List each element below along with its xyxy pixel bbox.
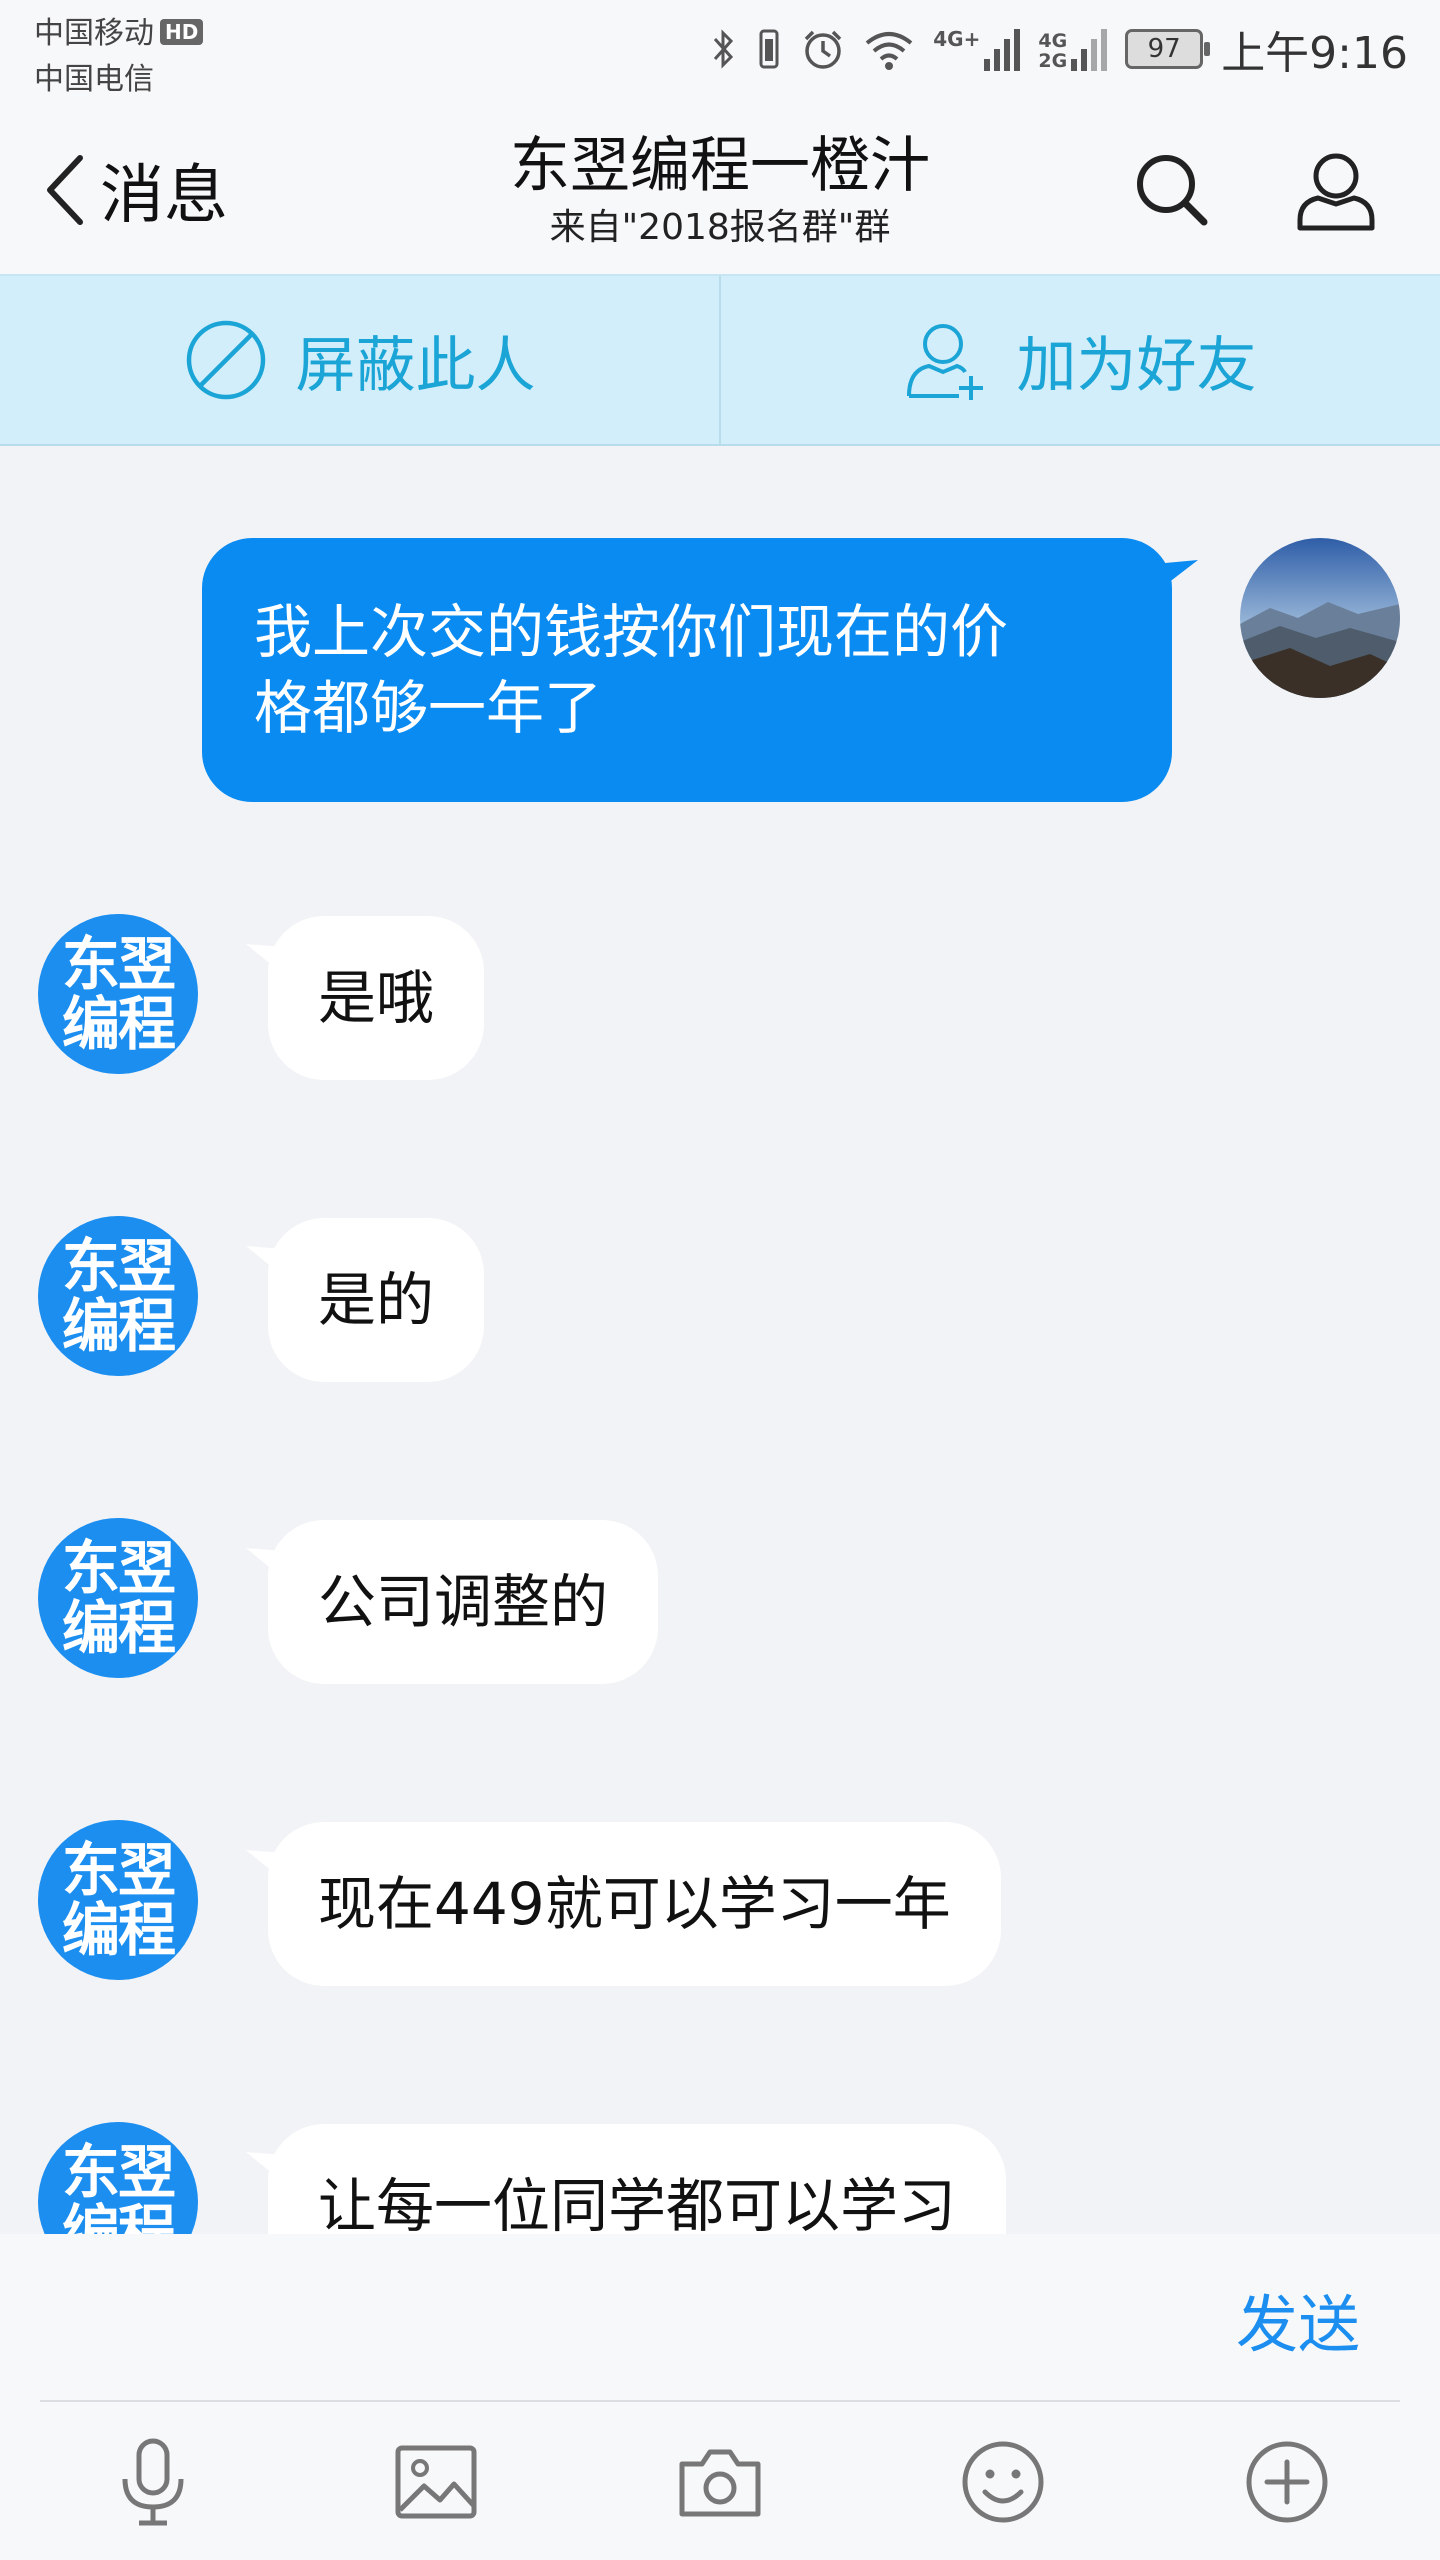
- network-2b-label: 2G: [1038, 50, 1068, 72]
- clock: 上午9:16: [1221, 28, 1408, 79]
- carrier-2: 中国电信: [34, 62, 154, 97]
- voice-button[interactable]: [103, 2432, 203, 2532]
- add-friend-label: 加为好友: [1016, 330, 1257, 401]
- camera-button[interactable]: [670, 2432, 770, 2532]
- avatar-text-line1: 东翌: [61, 1836, 176, 1904]
- chat-screen: 中国移动 HD 中国电信 4G+ 4G 2G 97 上午9:16 消息 东翌编程…: [0, 0, 1440, 2560]
- contact-avatar[interactable]: 东翌 编程: [38, 914, 198, 1074]
- avatar-text-line1: 东翌: [61, 2138, 176, 2206]
- my-avatar[interactable]: [1240, 538, 1400, 698]
- message-input-bar: 发送: [0, 2234, 1440, 2402]
- bluetooth-icon: [714, 29, 734, 69]
- block-user-button[interactable]: 屏蔽此人: [0, 276, 719, 444]
- add-friend-button[interactable]: 加为好友: [719, 276, 1440, 444]
- page-subtitle: 来自"2018报名群"群: [549, 207, 891, 248]
- block-user-label: 屏蔽此人: [295, 330, 536, 401]
- camera-icon: [679, 2449, 761, 2517]
- signal-1: 4G+: [933, 27, 1021, 71]
- status-icons: 4G+ 4G 2G 97 上午9:16: [711, 14, 1408, 84]
- chevron-left-icon: [47, 155, 83, 225]
- battery-level: 97: [1147, 34, 1181, 64]
- avatar-text-line1: 东翌: [61, 930, 176, 998]
- mountain-avatar-image: [1240, 538, 1400, 698]
- hd-badge: HD: [160, 19, 204, 45]
- avatar-text-line2: 编程: [61, 990, 176, 1058]
- vibrate-icon: [759, 29, 779, 69]
- avatar-text-line2: 编程: [61, 2198, 176, 2234]
- search-icon: [1137, 155, 1208, 226]
- plus-icon: [1246, 2441, 1328, 2523]
- emoji-icon: [962, 2441, 1044, 2523]
- send-button[interactable]: 发送: [1236, 2274, 1360, 2364]
- network-1-label: 4G+: [933, 27, 981, 51]
- signal-2: 4G 2G: [1038, 27, 1108, 71]
- contact-avatar[interactable]: 东翌 编程: [38, 1518, 198, 1678]
- avatar-text-line2: 编程: [61, 1896, 176, 1964]
- message-bubble-incoming[interactable]: 是的: [268, 1218, 485, 1382]
- carrier-1: 中国移动 HD: [34, 8, 204, 52]
- add-person-icon: [906, 324, 983, 400]
- search-button[interactable]: [1122, 140, 1222, 240]
- contact-avatar[interactable]: 东翌 编程: [38, 2122, 198, 2234]
- contact-avatar[interactable]: 东翌 编程: [38, 1216, 198, 1376]
- battery-indicator: 97: [1125, 29, 1211, 69]
- message-bubble-incoming[interactable]: 公司调整的: [268, 1520, 659, 1684]
- alarm-icon: [805, 30, 842, 69]
- person-icon: [1297, 153, 1375, 231]
- message-input[interactable]: [40, 2254, 1180, 2382]
- message-bubble-incoming[interactable]: 让每一位同学都可以学习: [268, 2124, 1007, 2234]
- network-2-labels: 4G 2G: [1038, 31, 1067, 71]
- avatar-text-line1: 东翌: [61, 1534, 176, 1602]
- avatar-text-line2: 编程: [61, 1292, 176, 1360]
- back-label: 消息: [100, 159, 228, 233]
- message-list[interactable]: 我上次交的钱按你们现在的价 格都够一年了 东翌 编程 是哦 东翌 编程 是的 东…: [0, 446, 1440, 2234]
- photo-button[interactable]: [386, 2432, 486, 2532]
- avatar-text-line2: 编程: [61, 1594, 176, 1662]
- microphone-icon: [122, 2438, 184, 2526]
- back-button[interactable]: 消息: [40, 140, 228, 240]
- network-2a-label: 4G: [1038, 30, 1068, 52]
- profile-button[interactable]: [1286, 140, 1386, 240]
- status-bar: 中国移动 HD 中国电信 4G+ 4G 2G 97 上午9:16: [0, 0, 1440, 110]
- contact-avatar[interactable]: 东翌 编程: [38, 1820, 198, 1980]
- page-title: 东翌编程一橙汁: [510, 131, 930, 201]
- message-bubble-outgoing[interactable]: 我上次交的钱按你们现在的价 格都够一年了: [202, 538, 1172, 802]
- action-bar: 屏蔽此人 加为好友: [0, 274, 1440, 446]
- carrier-1-label: 中国移动: [34, 16, 154, 51]
- image-icon: [395, 2445, 477, 2519]
- avatar-text-line1: 东翌: [61, 1232, 176, 1300]
- signal-bars-icon: [984, 29, 1021, 71]
- wifi-icon: [865, 32, 913, 70]
- message-bubble-incoming[interactable]: 是哦: [268, 916, 485, 1080]
- emoji-button[interactable]: [953, 2432, 1053, 2532]
- title-block: 东翌编程一橙汁 来自"2018报名群"群: [320, 126, 1120, 250]
- signal-bars-dotted-icon: [1071, 29, 1108, 71]
- message-bubble-incoming[interactable]: 现在449就可以学习一年: [268, 1822, 1001, 1986]
- chat-header: 消息 东翌编程一橙汁 来自"2018报名群"群: [0, 110, 1440, 274]
- input-toolbar: [0, 2402, 1440, 2560]
- more-button[interactable]: [1237, 2432, 1337, 2532]
- block-icon: [186, 320, 265, 400]
